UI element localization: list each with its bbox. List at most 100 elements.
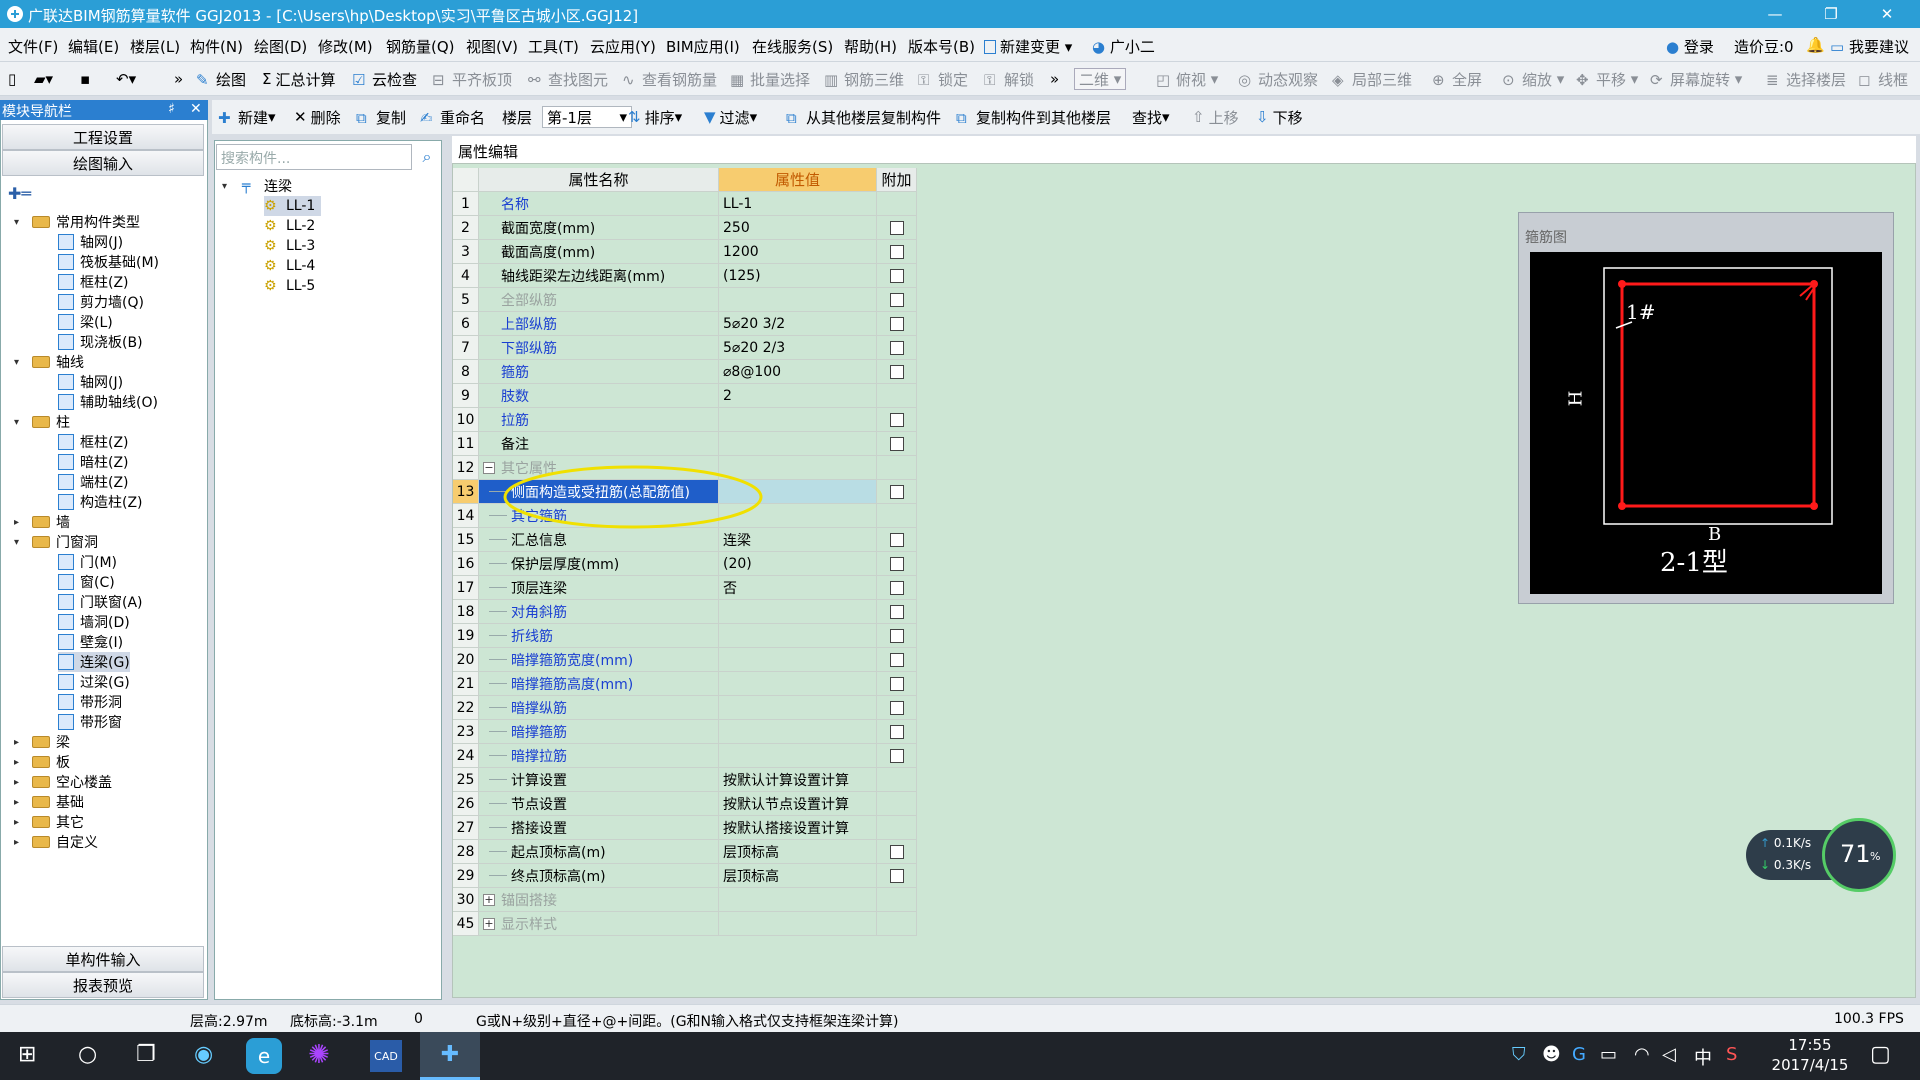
sort-button[interactable]: ⇅ 排序 ▾ xyxy=(628,106,682,128)
row-number[interactable]: 7 xyxy=(453,336,479,360)
menu-rebar[interactable]: 钢筋量(Q) xyxy=(386,36,455,57)
tree-folder[interactable]: ▸ 梁 xyxy=(14,732,70,752)
batch-select-button[interactable]: ▦ 批量选择 xyxy=(730,68,810,90)
tree-folder[interactable]: ▸ 板 xyxy=(14,752,70,772)
property-name-cell[interactable]: + 显示样式 xyxy=(479,912,719,936)
maximize-button[interactable]: ❐ xyxy=(1808,0,1854,28)
property-value-cell[interactable] xyxy=(719,696,877,720)
property-name-cell[interactable]: 暗撑箍筋宽度(mm) xyxy=(479,648,719,672)
app-spider-icon[interactable]: ✺ xyxy=(308,1040,330,1070)
extra-checkbox[interactable] xyxy=(889,532,904,547)
menu-tools[interactable]: 工具(T) xyxy=(528,36,579,57)
row-number[interactable]: 4 xyxy=(453,264,479,288)
property-name-cell[interactable]: 上部纵筋 xyxy=(479,312,719,336)
tree-item[interactable]: 墙洞(D) xyxy=(58,612,130,632)
row-number[interactable]: 23 xyxy=(453,720,479,744)
chevron-right-icon[interactable]: ▸ xyxy=(14,837,26,848)
chevron-right-icon[interactable]: ▸ xyxy=(14,797,26,808)
extra-checkbox[interactable] xyxy=(889,868,904,883)
property-name-cell[interactable]: 全部纵筋 xyxy=(479,288,719,312)
property-value-cell[interactable]: ⌀8@100 xyxy=(719,360,877,384)
component-list-item[interactable]: ⚙ LL-5 xyxy=(264,276,321,296)
battery-icon[interactable]: ▭ xyxy=(1600,1044,1617,1065)
row-number[interactable]: 11 xyxy=(453,432,479,456)
property-value-cell[interactable] xyxy=(719,912,877,936)
property-name-cell[interactable]: 折线筋 xyxy=(479,624,719,648)
row-number[interactable]: 27 xyxy=(453,816,479,840)
expand-icon[interactable]: + xyxy=(483,893,495,906)
tree-item[interactable]: 连梁(G) xyxy=(58,652,130,672)
new-component-button[interactable]: ✚ 新建 ▾ xyxy=(218,106,276,128)
view-rebar-button[interactable]: ∿ 查看钢筋量 xyxy=(622,68,717,90)
overflow-icon-2[interactable]: » xyxy=(1050,68,1059,90)
chevron-right-icon[interactable]: ▸ xyxy=(14,737,26,748)
windows-start-icon[interactable]: ⊞ xyxy=(18,1042,36,1067)
tree-item[interactable]: 剪力墙(Q) xyxy=(58,292,144,312)
component-list-item[interactable]: ⚙ LL-3 xyxy=(264,236,321,256)
cad-icon[interactable]: CAD xyxy=(370,1040,402,1072)
menu-version[interactable]: 版本号(B) xyxy=(908,36,975,57)
glodon-task-icon[interactable]: ✚ xyxy=(420,1032,480,1080)
draw-input-button[interactable]: 绘图输入 xyxy=(2,150,204,176)
view-2d-select[interactable]: 二维 ▾ xyxy=(1074,68,1127,90)
extra-checkbox[interactable] xyxy=(889,484,904,499)
row-number[interactable]: 1 xyxy=(453,192,479,216)
row-number[interactable]: 17 xyxy=(453,576,479,600)
tree-item[interactable]: 现浇板(B) xyxy=(58,332,143,352)
tree-item[interactable]: 辅助轴线(O) xyxy=(58,392,158,412)
property-name-cell[interactable]: 肢数 xyxy=(479,384,719,408)
tree-item[interactable]: 框柱(Z) xyxy=(58,272,129,292)
extra-checkbox[interactable] xyxy=(889,748,904,763)
tree-item[interactable]: 门(M) xyxy=(58,552,117,572)
property-value-cell[interactable] xyxy=(719,720,877,744)
property-value-cell[interactable] xyxy=(719,408,877,432)
tree-item[interactable]: 筏板基础(M) xyxy=(58,252,159,272)
browser-icon[interactable]: e xyxy=(246,1038,282,1074)
notification-icon[interactable]: ▢ xyxy=(1870,1042,1891,1067)
extra-checkbox[interactable] xyxy=(889,700,904,715)
row-number[interactable]: 13 xyxy=(453,480,479,504)
copy-to-floor-button[interactable]: ⧉ 复制构件到其他楼层 xyxy=(956,106,1111,128)
report-preview-button[interactable]: 报表预览 xyxy=(2,972,204,998)
extra-checkbox[interactable] xyxy=(889,844,904,859)
tree-item[interactable]: 窗(C) xyxy=(58,572,115,592)
tree-folder[interactable]: ▸ 基础 xyxy=(14,792,84,812)
component-list-item[interactable]: ⚙ LL-4 xyxy=(264,256,321,276)
tree-item[interactable]: 轴网(J) xyxy=(58,372,123,392)
tree-item[interactable]: 构造柱(Z) xyxy=(58,492,143,512)
property-value-cell[interactable]: 1200 xyxy=(719,240,877,264)
property-name-cell[interactable]: 拉筋 xyxy=(479,408,719,432)
property-value-cell[interactable]: 按默认节点设置计算 xyxy=(719,792,877,816)
property-name-cell[interactable]: 节点设置 xyxy=(479,792,719,816)
tab-property-edit[interactable]: 属性编辑 xyxy=(458,141,518,162)
property-name-cell[interactable]: 对角斜筋 xyxy=(479,600,719,624)
overflow-icon[interactable]: » xyxy=(174,68,183,90)
chevron-down-icon[interactable]: ▾ xyxy=(14,217,26,228)
find-button[interactable]: 查找 ▾ xyxy=(1132,106,1170,128)
new-file-icon[interactable]: ▯ xyxy=(8,68,16,90)
chevron-right-icon[interactable]: ▸ xyxy=(14,817,26,828)
property-value-cell[interactable]: 层顶标高 xyxy=(719,840,877,864)
close-icon[interactable]: ✕ xyxy=(190,101,202,117)
property-name-cell[interactable]: 暗撑拉筋 xyxy=(479,744,719,768)
row-number[interactable]: 29 xyxy=(453,864,479,888)
copy-button[interactable]: ⧉ 复制 xyxy=(356,106,406,128)
undo-icon[interactable]: ↶▾ xyxy=(116,68,136,90)
property-value-cell[interactable]: LL-1 xyxy=(719,192,877,216)
menu-view[interactable]: 视图(V) xyxy=(466,36,518,57)
extra-checkbox[interactable] xyxy=(889,652,904,667)
wireframe-button[interactable]: ◻ 线框 xyxy=(1858,68,1908,90)
login-button[interactable]: ● 登录 xyxy=(1666,36,1714,57)
property-name-cell[interactable]: 顶层连梁 xyxy=(479,576,719,600)
row-number[interactable]: 2 xyxy=(453,216,479,240)
search-icon[interactable]: ⌕ xyxy=(414,144,440,170)
menu-bim[interactable]: BIM应用(I) xyxy=(666,36,740,57)
qq-icon[interactable]: ☻ xyxy=(1542,1044,1561,1065)
delete-button[interactable]: ✕ 删除 xyxy=(294,106,341,128)
property-value-cell[interactable]: 按默认搭接设置计算 xyxy=(719,816,877,840)
single-component-input-button[interactable]: 单构件输入 xyxy=(2,946,204,972)
property-value-cell[interactable]: 2 xyxy=(719,384,877,408)
row-number[interactable]: 3 xyxy=(453,240,479,264)
extra-checkbox[interactable] xyxy=(889,724,904,739)
extra-checkbox[interactable] xyxy=(889,364,904,379)
